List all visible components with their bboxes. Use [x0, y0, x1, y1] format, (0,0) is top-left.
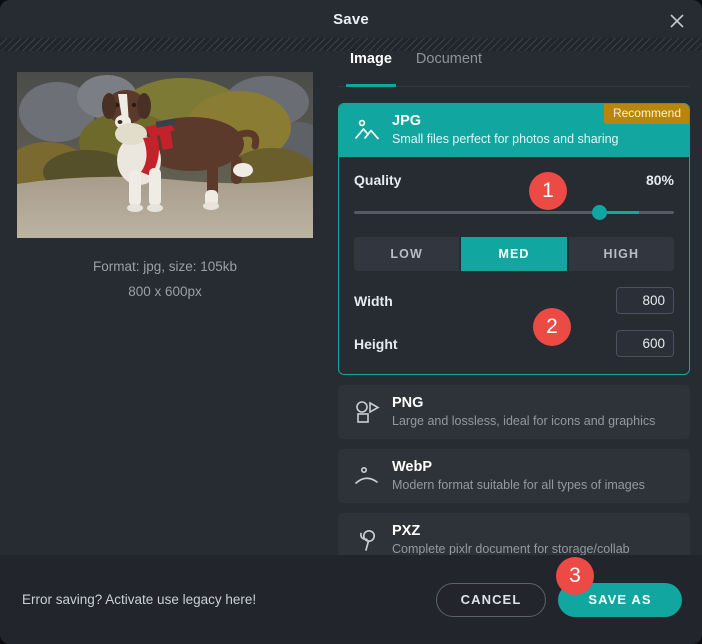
preview-pane: Format: jpg, size: 105kb 800 x 600px [0, 51, 330, 555]
slider-fill [606, 211, 639, 214]
preview-metadata: Format: jpg, size: 105kb 800 x 600px [93, 254, 237, 304]
shapes-glyph [356, 401, 380, 423]
arc-glyph [355, 466, 378, 484]
quality-preset-high[interactable]: HIGH [568, 237, 674, 271]
preview-format-line: Format: jpg, size: 105kb [92, 259, 238, 274]
format-option-webp[interactable]: WebP Modern format suitable for all type… [338, 449, 690, 503]
format-option-jpg-header[interactable]: JPG Small files perfect for photos and s… [339, 104, 689, 157]
quality-slider[interactable] [354, 201, 674, 223]
dialog-titlebar: Save [0, 0, 702, 38]
quality-value: 80% [645, 172, 674, 188]
jpg-options: Quality 80% LOW MED HIGH Width 800 Heigh… [339, 156, 689, 374]
format-option-jpg[interactable]: JPG Small files perfect for photos and s… [338, 103, 690, 375]
format-description: Modern format suitable for all types of … [392, 478, 645, 492]
height-input[interactable] [616, 330, 674, 357]
width-label: Width [354, 292, 393, 309]
format-option-webp-header[interactable]: WebP Modern format suitable for all type… [338, 449, 690, 503]
width-row: Width [354, 287, 674, 314]
quality-row: Quality 80% [354, 172, 674, 188]
format-panel: Image Document JPG Small files perfect f… [330, 51, 702, 567]
slider-handle[interactable] [592, 205, 608, 220]
tab-bar: Image Document [338, 51, 690, 87]
format-option-png-text: PNG Large and lossless, ideal for icons … [392, 394, 655, 430]
format-option-png-header[interactable]: PNG Large and lossless, ideal for icons … [338, 385, 690, 439]
close-icon[interactable] [666, 10, 688, 32]
height-label: Height [354, 335, 398, 352]
legacy-link[interactable]: Error saving? Activate use legacy here! [22, 592, 256, 607]
recommend-badge: Recommend [603, 104, 689, 124]
tab-document[interactable]: Document [404, 51, 494, 86]
footer-actions: CANCEL SAVE AS [436, 582, 682, 617]
dialog-footer: Error saving? Activate use legacy here! … [0, 555, 702, 644]
format-option-pxz-text: PXZ Complete pixlr document for storage/… [392, 522, 630, 558]
preview-dimension-line: 800 x 600px [128, 284, 202, 299]
width-input[interactable] [616, 287, 674, 314]
format-name: PNG [392, 395, 424, 411]
page-title: Save [333, 10, 369, 28]
mountain-glyph [355, 119, 379, 140]
balloon-glyph [360, 529, 376, 551]
preview-photo [17, 72, 313, 238]
image-mountain-icon [352, 115, 382, 145]
height-row: Height [354, 330, 674, 357]
format-name: WebP [392, 459, 433, 475]
pxz-balloon-icon [352, 525, 382, 555]
format-option-webp-text: WebP Modern format suitable for all type… [392, 458, 645, 494]
image-preview [17, 72, 313, 238]
format-name: JPG [392, 113, 422, 129]
format-option-png[interactable]: PNG Large and lossless, ideal for icons … [338, 385, 690, 439]
format-option-jpg-text: JPG Small files perfect for photos and s… [392, 112, 619, 148]
cancel-button[interactable]: CANCEL [436, 582, 546, 617]
shapes-icon [352, 397, 382, 427]
dialog-body: Format: jpg, size: 105kb 800 x 600px Ima… [0, 51, 702, 567]
format-description: Large and lossless, ideal for icons and … [392, 414, 656, 428]
smiley-arc-icon [352, 461, 382, 491]
close-glyph [670, 14, 684, 28]
save-dialog: Save Format: jpg, size: 105kb 800 x 600p… [0, 0, 702, 644]
quality-preset-low[interactable]: LOW [354, 237, 460, 271]
striped-divider [0, 38, 702, 51]
quality-preset-med[interactable]: MED [461, 237, 567, 271]
quality-label: Quality [354, 172, 402, 188]
format-name: PXZ [392, 523, 421, 539]
save-as-button[interactable]: SAVE AS [558, 582, 682, 617]
tab-image[interactable]: Image [338, 51, 404, 87]
format-description: Small files perfect for photos and shari… [392, 132, 619, 146]
quality-preset-group: LOW MED HIGH [354, 237, 674, 271]
format-list: JPG Small files perfect for photos and s… [330, 103, 690, 567]
